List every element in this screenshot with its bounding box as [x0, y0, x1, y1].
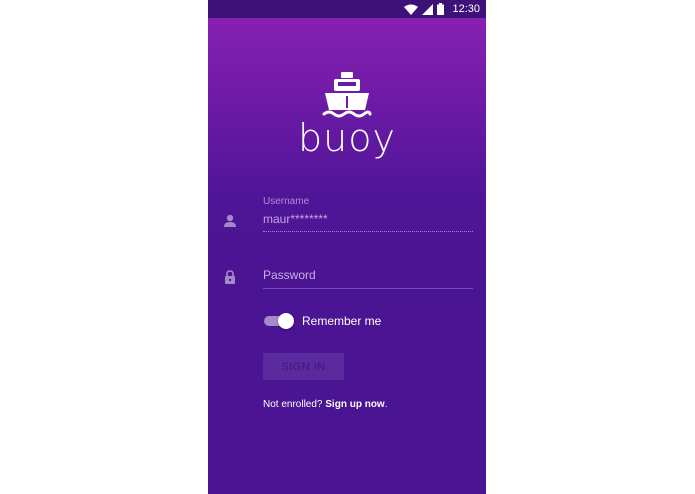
enroll-prefix: Not enrolled?: [263, 399, 326, 410]
username-input[interactable]: maur********: [263, 212, 328, 226]
password-underline: [263, 288, 473, 289]
person-icon: [224, 214, 236, 227]
remember-me-toggle[interactable]: [264, 313, 294, 329]
app-name: buoy: [298, 116, 396, 160]
status-icons: 12:30: [404, 2, 480, 16]
password-input[interactable]: Password: [263, 268, 316, 282]
battery-icon: [437, 3, 445, 15]
username-underline: [263, 231, 473, 232]
remember-me-label: Remember me: [302, 314, 382, 328]
wifi-icon: [404, 4, 419, 15]
sign-in-button[interactable]: SIGN IN: [263, 353, 344, 380]
status-time: 12:30: [452, 3, 480, 15]
login-screen: 12:30 buoy Username maur******** Passwor…: [208, 0, 486, 494]
enroll-text: Not enrolled? Sign up now.: [263, 399, 387, 410]
enroll-suffix: .: [384, 399, 388, 410]
cell-signal-icon: [422, 3, 434, 15]
sign-up-link[interactable]: Sign up now: [325, 399, 384, 410]
lock-icon: [225, 270, 235, 284]
status-bar: 12:30: [208, 0, 486, 18]
username-label: Username: [263, 196, 310, 207]
toggle-thumb: [278, 313, 294, 329]
